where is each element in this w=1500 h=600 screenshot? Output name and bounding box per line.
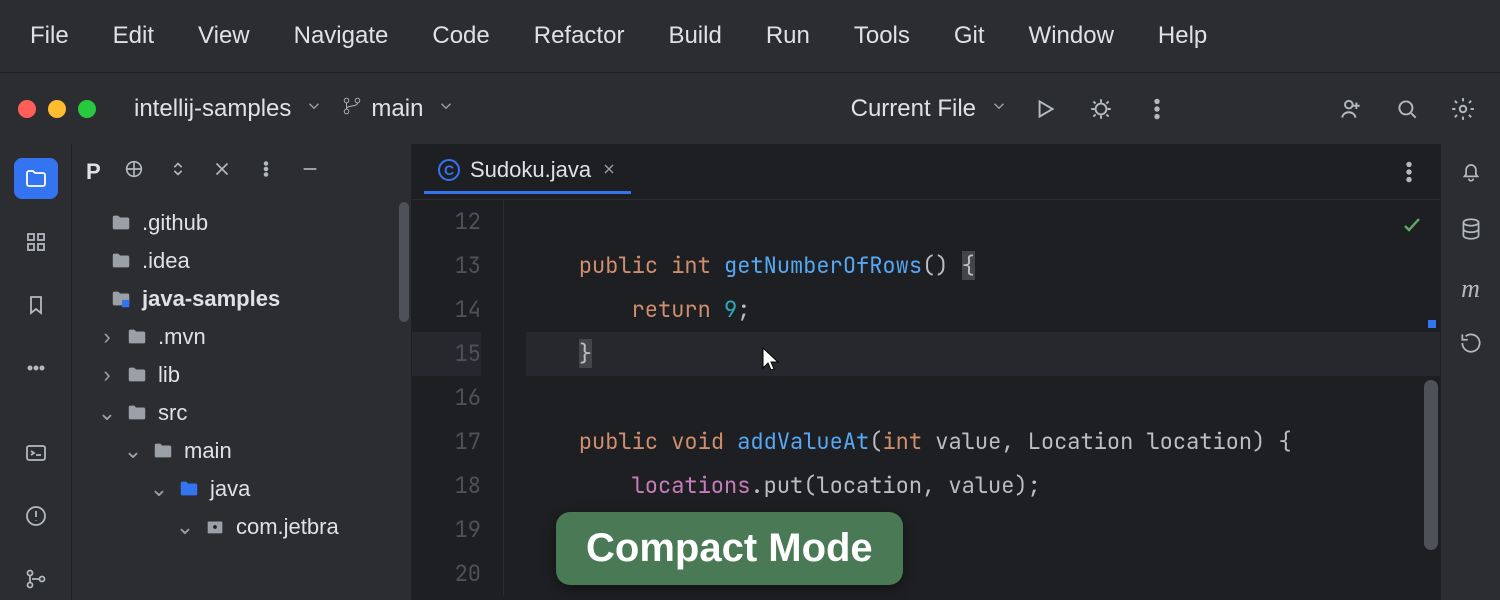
chevron-down-icon (437, 97, 455, 121)
menu-code[interactable]: Code (410, 14, 511, 58)
tree-item[interactable]: ›.mvn (72, 318, 411, 356)
close-tab-icon[interactable] (601, 157, 617, 183)
branch-icon (341, 95, 363, 123)
menu-refactor[interactable]: Refactor (512, 14, 647, 58)
git-branch-selector[interactable]: main (341, 95, 455, 123)
inspection-ok-icon[interactable] (1400, 208, 1424, 252)
run-button[interactable] (1026, 90, 1064, 128)
tab-options-icon[interactable] (1390, 153, 1428, 191)
menu-git[interactable]: Git (932, 14, 1007, 58)
menu-file[interactable]: File (8, 14, 91, 58)
editor-tab[interactable]: C Sudoku.java (424, 149, 631, 194)
code-with-me-button[interactable] (1332, 90, 1370, 128)
tree-item[interactable]: ⌄java (72, 470, 411, 508)
menu-build[interactable]: Build (646, 14, 743, 58)
tree-item[interactable]: ›lib (72, 356, 411, 394)
mouse-cursor-icon (760, 346, 782, 380)
debug-button[interactable] (1082, 90, 1120, 128)
menu-run[interactable]: Run (744, 14, 832, 58)
select-opened-file-icon[interactable] (123, 158, 145, 186)
expand-collapse-icon[interactable] (167, 158, 189, 186)
project-selector[interactable]: intellij-samples (134, 95, 323, 123)
project-tool-button[interactable] (14, 158, 58, 199)
vcs-tool-button[interactable] (14, 559, 58, 600)
right-tool-rail: m (1440, 144, 1500, 600)
problems-tool-button[interactable] (14, 496, 58, 537)
settings-button[interactable] (1444, 90, 1482, 128)
minimize-window-button[interactable] (48, 100, 66, 118)
maven-tool-button[interactable]: m (1461, 274, 1480, 304)
project-name: intellij-samples (134, 95, 291, 123)
editor-tabbar: C Sudoku.java (412, 144, 1440, 200)
branch-name: main (371, 95, 423, 123)
bookmarks-tool-button[interactable] (14, 284, 58, 325)
tree-scrollbar[interactable] (399, 202, 409, 322)
project-panel: P .github.ideajava-samples›.mvn›lib⌄src⌄… (72, 144, 412, 600)
more-actions-button[interactable] (1138, 90, 1176, 128)
close-window-button[interactable] (18, 100, 36, 118)
coverage-tool-button[interactable] (1458, 330, 1484, 362)
window-toolbar: intellij-samples main Current File (0, 72, 1500, 144)
more-tools-button[interactable] (14, 347, 58, 388)
panel-options-icon[interactable] (255, 158, 277, 186)
tree-item[interactable]: .idea (72, 242, 411, 280)
tree-item[interactable]: ⌄main (72, 432, 411, 470)
search-everywhere-button[interactable] (1388, 90, 1426, 128)
structure-tool-button[interactable] (14, 221, 58, 262)
menu-edit[interactable]: Edit (91, 14, 176, 58)
zoom-window-button[interactable] (78, 100, 96, 118)
project-tree[interactable]: .github.ideajava-samples›.mvn›lib⌄src⌄ma… (72, 200, 411, 550)
close-panel-icon[interactable] (211, 158, 233, 186)
menu-navigate[interactable]: Navigate (272, 14, 411, 58)
tree-item[interactable]: ⌄com.jetbra (72, 508, 411, 546)
tree-item[interactable]: .github (72, 204, 411, 242)
os-menubar: File Edit View Navigate Code Refactor Bu… (0, 0, 1500, 72)
run-config-label: Current File (851, 95, 976, 123)
tab-filename: Sudoku.java (470, 157, 591, 183)
database-tool-button[interactable] (1458, 216, 1484, 248)
overlay-compact-mode-badge: Compact Mode (556, 512, 903, 585)
menu-window[interactable]: Window (1007, 14, 1136, 58)
menu-view[interactable]: View (176, 14, 272, 58)
notifications-button[interactable] (1458, 158, 1484, 190)
error-stripe-mark[interactable] (1428, 320, 1436, 328)
tree-item[interactable]: ⌄src (72, 394, 411, 432)
tree-item[interactable]: java-samples (72, 280, 411, 318)
left-tool-rail (0, 144, 72, 600)
hide-panel-icon[interactable] (299, 158, 321, 186)
line-gutter[interactable]: 121314151617181920 (412, 200, 504, 596)
project-panel-header: P (72, 144, 411, 200)
menu-tools[interactable]: Tools (832, 14, 932, 58)
menu-help[interactable]: Help (1136, 14, 1229, 58)
java-class-icon: C (438, 159, 460, 181)
project-panel-title-icon: P (86, 159, 101, 185)
chevron-down-icon (305, 97, 323, 121)
run-config-selector[interactable]: Current File (851, 95, 1008, 123)
editor-scrollbar[interactable] (1424, 380, 1438, 550)
chevron-down-icon (990, 97, 1008, 121)
window-controls (18, 100, 96, 118)
terminal-tool-button[interactable] (14, 433, 58, 474)
